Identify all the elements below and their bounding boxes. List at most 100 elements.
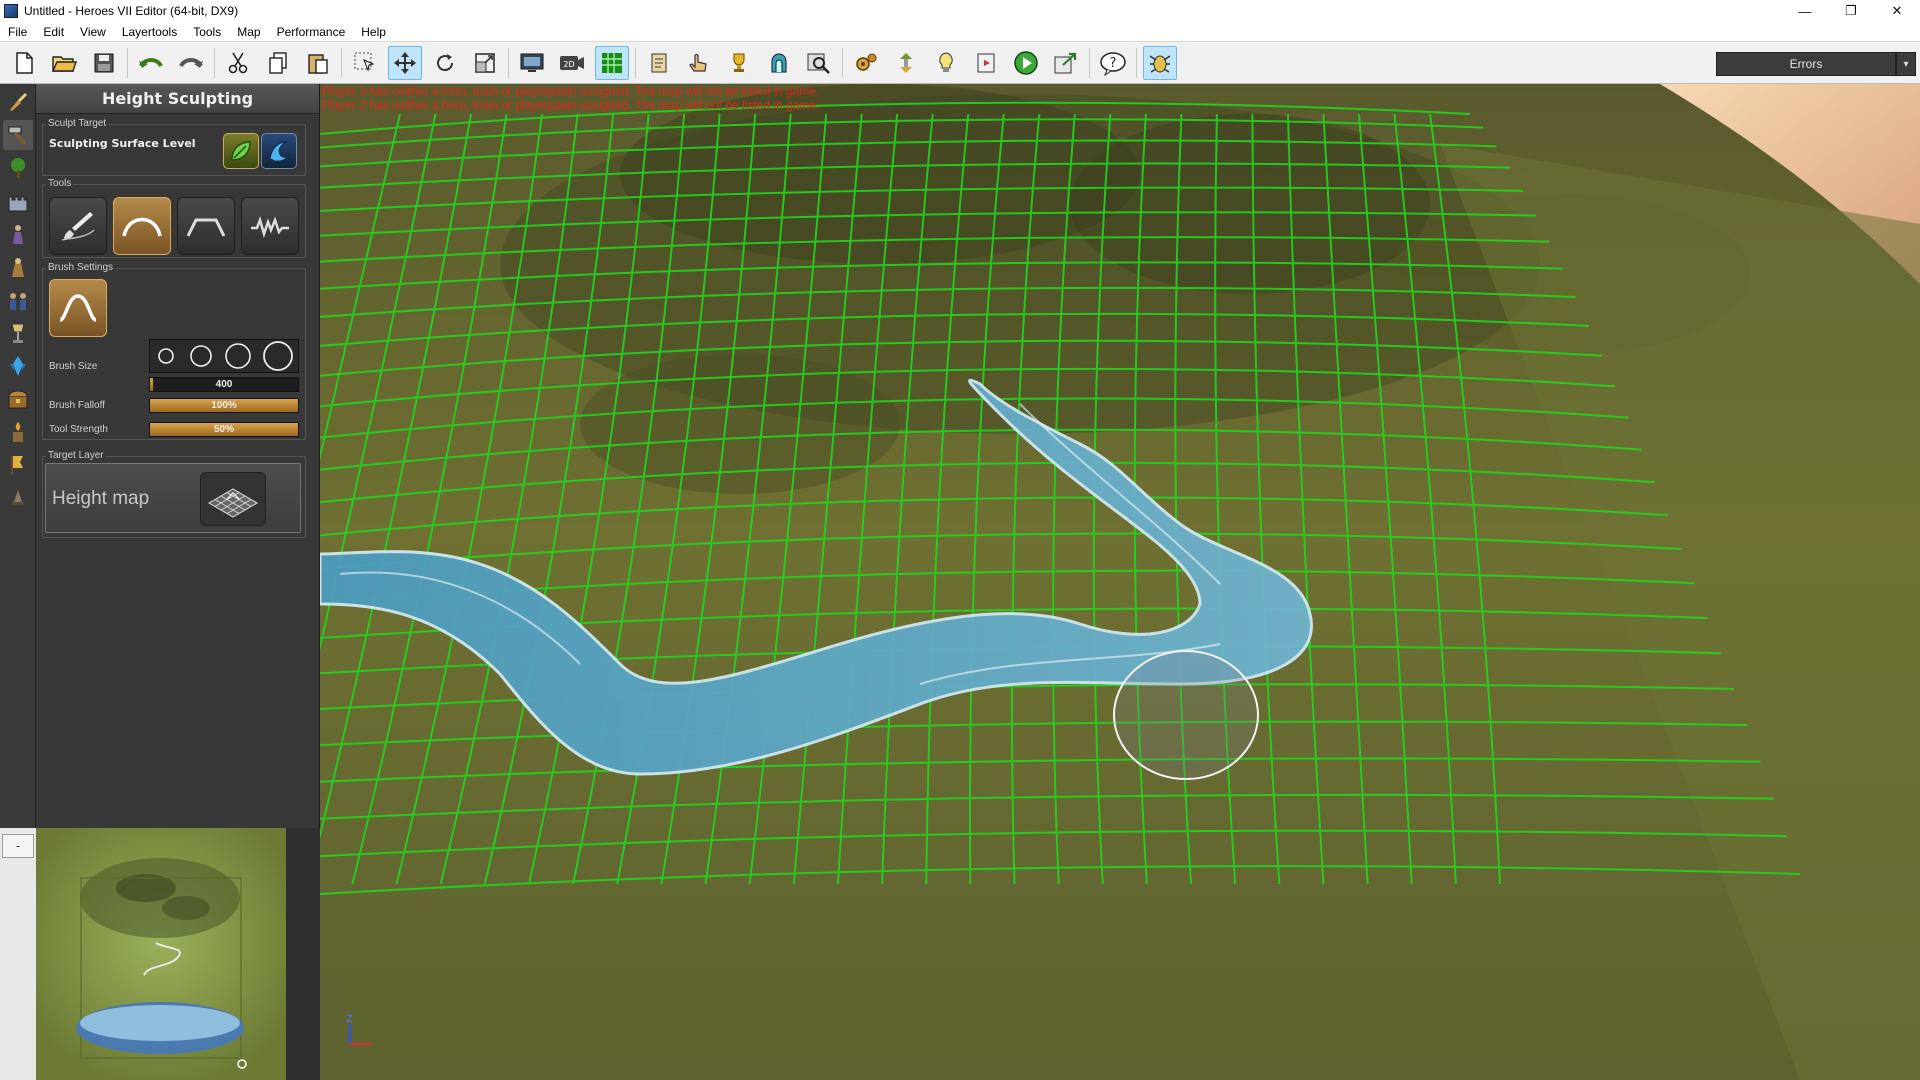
height-map-layer-button[interactable]: Height map xyxy=(45,463,301,533)
open-file-button[interactable] xyxy=(47,46,81,80)
water-level-button[interactable] xyxy=(261,133,297,169)
menu-view[interactable]: View xyxy=(72,25,114,39)
tool-category-strip xyxy=(0,84,36,828)
minimap-render xyxy=(36,828,286,1080)
category-terrain-sculpt[interactable] xyxy=(3,120,33,150)
rotate-tool-button[interactable] xyxy=(428,46,462,80)
target-layer-group: Target Layer Height map xyxy=(42,450,306,538)
category-foliage[interactable] xyxy=(3,153,33,183)
search-map-button[interactable] xyxy=(802,46,836,80)
portal-gate-icon xyxy=(771,53,787,72)
leaf-icon xyxy=(231,141,251,161)
toolbar-separator xyxy=(1136,47,1137,78)
portal-button[interactable] xyxy=(762,46,796,80)
crystal-icon xyxy=(10,356,26,376)
select-tool-button[interactable] xyxy=(348,46,382,80)
category-resources[interactable] xyxy=(3,351,33,381)
brush-size-large-icon[interactable] xyxy=(223,341,253,371)
monitor-icon xyxy=(520,53,544,72)
errors-dropdown-button[interactable]: ▾ xyxy=(1896,52,1916,76)
menu-tools[interactable]: Tools xyxy=(185,25,229,39)
category-treasure[interactable] xyxy=(3,384,33,414)
category-brush[interactable] xyxy=(3,87,33,117)
redo-button[interactable] xyxy=(174,46,208,80)
category-towns[interactable] xyxy=(3,186,33,216)
trophy-button[interactable] xyxy=(722,46,756,80)
brush-size-value: 400 xyxy=(215,379,233,390)
gears-icon xyxy=(856,53,877,71)
noise-tool-button[interactable] xyxy=(241,197,299,255)
grid-icon xyxy=(602,52,622,73)
close-button[interactable]: ✕ xyxy=(1874,0,1920,22)
menu-file[interactable]: File xyxy=(0,25,35,39)
screenshot-view-button[interactable] xyxy=(515,46,549,80)
errors-button[interactable]: Errors xyxy=(1716,52,1896,76)
category-heroes[interactable] xyxy=(3,219,33,249)
minimize-button[interactable]: — xyxy=(1782,0,1828,22)
flatten-plateau-icon xyxy=(186,218,226,237)
category-decorations[interactable] xyxy=(3,450,33,480)
help-button[interactable]: ? xyxy=(1096,46,1130,80)
menu-performance[interactable]: Performance xyxy=(269,25,354,39)
editor-window: Untitled - Heroes VII Editor (64-bit, DX… xyxy=(0,0,1920,1080)
rotate-icon xyxy=(437,53,454,71)
play-button[interactable] xyxy=(1009,46,1043,80)
tools-label: Tools xyxy=(46,178,74,189)
paste-button[interactable] xyxy=(301,46,335,80)
brush-size-medium-icon[interactable] xyxy=(187,342,215,370)
new-file-button[interactable] xyxy=(7,46,41,80)
scissors-icon xyxy=(228,52,248,73)
toolbar-separator xyxy=(842,47,843,78)
save-button[interactable] xyxy=(87,46,121,80)
svg-text:?: ? xyxy=(1110,56,1117,71)
lightbulb-icon xyxy=(939,51,953,72)
raise-lower-tool-button[interactable] xyxy=(113,197,171,255)
restore-button[interactable]: ❐ xyxy=(1828,0,1874,22)
minimap-collapse-button[interactable]: - xyxy=(2,834,34,858)
debug-button[interactable] xyxy=(1143,45,1177,80)
toolbar-separator xyxy=(127,47,128,78)
settings-button[interactable] xyxy=(849,46,883,80)
view-2d-button[interactable]: 2D xyxy=(555,46,589,80)
category-creatures[interactable] xyxy=(3,252,33,282)
minimap[interactable] xyxy=(36,828,286,1080)
menu-map[interactable]: Map xyxy=(229,25,268,39)
brush-size-slider[interactable]: 400 xyxy=(149,377,299,392)
scale-icon xyxy=(475,52,495,73)
export-button[interactable] xyxy=(1049,46,1083,80)
flatten-tool-button[interactable] xyxy=(177,197,235,255)
category-army[interactable] xyxy=(3,285,33,315)
tool-strength-slider[interactable]: 50% xyxy=(149,422,299,437)
category-artifacts[interactable] xyxy=(3,318,33,348)
brush-falloff-slider[interactable]: 100% xyxy=(149,398,299,413)
brush-shape-button[interactable] xyxy=(49,279,107,337)
hint-button[interactable] xyxy=(929,46,963,80)
3d-viewport[interactable]: Z Player 3 has neither a hero, town or p… xyxy=(320,84,1920,1080)
scale-tool-button[interactable] xyxy=(468,46,502,80)
cut-button[interactable] xyxy=(221,46,255,80)
paint-tool-button[interactable] xyxy=(49,197,107,255)
grid-toggle-button[interactable] xyxy=(595,45,629,80)
script-button[interactable] xyxy=(969,46,1003,80)
paste-clipboard-icon xyxy=(308,53,328,74)
category-markers[interactable] xyxy=(3,483,33,513)
new-file-icon xyxy=(16,51,33,74)
copy-button[interactable] xyxy=(261,46,295,80)
transfer-button[interactable] xyxy=(889,46,923,80)
menu-layertools[interactable]: Layertools xyxy=(114,25,185,39)
menu-help[interactable]: Help xyxy=(353,25,394,39)
svg-text:2D: 2D xyxy=(563,60,574,69)
move-tool-button[interactable] xyxy=(388,45,422,80)
hand-tool-button[interactable] xyxy=(682,46,716,80)
surface-level-button[interactable] xyxy=(223,133,259,169)
sculpting-surface-label: Sculpting Surface Level xyxy=(49,137,196,150)
menu-edit[interactable]: Edit xyxy=(35,25,72,39)
category-shrines[interactable] xyxy=(3,417,33,447)
brush-size-small-icon[interactable] xyxy=(154,344,178,368)
scroll-tool-button[interactable] xyxy=(642,46,676,80)
undo-button[interactable] xyxy=(134,46,168,80)
brush-size-xlarge-icon[interactable] xyxy=(262,340,294,372)
hero-icon xyxy=(13,225,23,244)
brush-size-presets xyxy=(149,339,299,373)
save-disk-icon xyxy=(94,53,114,72)
